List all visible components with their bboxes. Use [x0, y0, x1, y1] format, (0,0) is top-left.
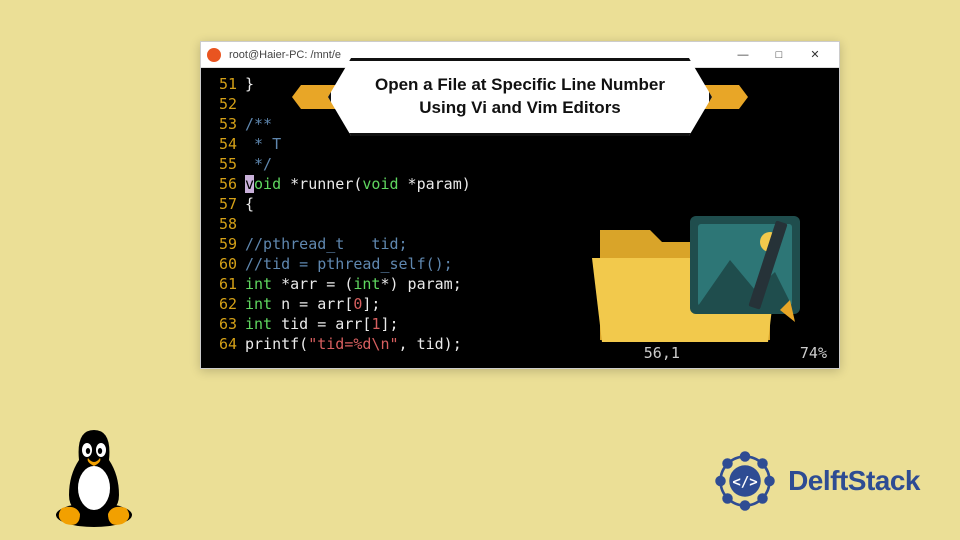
window-controls: — □ ✕ [725, 44, 833, 66]
line-content: { [245, 194, 254, 214]
line-number: 60 [209, 254, 237, 274]
line-content: int n = arr[0]; [245, 294, 380, 314]
line-number: 61 [209, 274, 237, 294]
line-number: 63 [209, 314, 237, 334]
folder-image-illustration [580, 180, 810, 360]
ubuntu-icon [207, 48, 221, 62]
close-button[interactable]: ✕ [797, 44, 833, 66]
line-number: 57 [209, 194, 237, 214]
article-title-banner: Open a File at Specific Line Number Usin… [328, 58, 712, 136]
line-number: 58 [209, 214, 237, 234]
line-number: 62 [209, 294, 237, 314]
code-line[interactable]: 55 */ [209, 154, 831, 174]
code-line[interactable]: 54 * T [209, 134, 831, 154]
line-number: 52 [209, 94, 237, 114]
line-content: int *arr = (int*) param; [245, 274, 462, 294]
line-content: /** [245, 114, 272, 134]
line-number: 55 [209, 154, 237, 174]
line-number: 56 [209, 174, 237, 194]
delftstack-emblem-icon: </> [710, 446, 780, 516]
line-number: 53 [209, 114, 237, 134]
line-content: * T [245, 134, 281, 154]
line-number: 64 [209, 334, 237, 354]
delftstack-text: DelftStack [788, 465, 920, 497]
minimize-button[interactable]: — [725, 44, 761, 66]
delftstack-logo: </> DelftStack [710, 446, 920, 516]
line-content: } [245, 74, 254, 94]
line-content: void *runner(void *param) [245, 174, 471, 194]
svg-text:</>: </> [732, 474, 757, 490]
line-content: //tid = pthread_self(); [245, 254, 453, 274]
line-content: printf("tid=%d\n", tid); [245, 334, 462, 354]
linux-tux-icon [44, 420, 144, 530]
line-number: 59 [209, 234, 237, 254]
line-number: 51 [209, 74, 237, 94]
line-number: 54 [209, 134, 237, 154]
title-line-2: Using Vi and Vim Editors [419, 97, 621, 120]
line-content: */ [245, 154, 272, 174]
title-text-box: Open a File at Specific Line Number Usin… [328, 58, 712, 136]
maximize-button[interactable]: □ [761, 44, 797, 66]
line-content: //pthread_t tid; [245, 234, 408, 254]
line-content: int tid = arr[1]; [245, 314, 399, 334]
title-line-1: Open a File at Specific Line Number [375, 74, 665, 97]
